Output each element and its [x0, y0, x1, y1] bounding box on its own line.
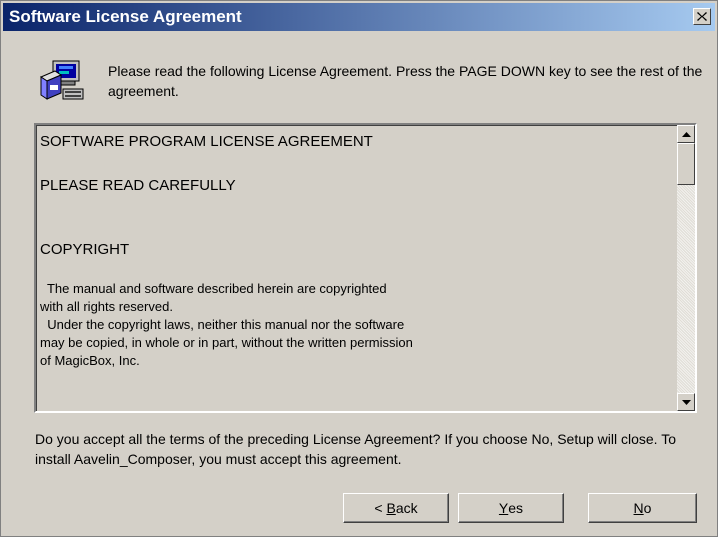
scroll-thumb[interactable]	[677, 143, 695, 185]
accept-question: Do you accept all the terms of the prece…	[35, 431, 676, 467]
yes-button[interactable]: Yes	[458, 493, 564, 523]
no-button-mnemonic: N	[633, 500, 644, 516]
license-dialog: Software License Agreement Please read t…	[0, 0, 718, 537]
license-line: may be copied, in whole or in part, with…	[40, 335, 413, 350]
scroll-up-button[interactable]	[677, 125, 695, 143]
back-button-rest: ack	[395, 500, 418, 516]
scroll-down-button[interactable]	[677, 393, 695, 411]
vertical-scrollbar[interactable]	[677, 125, 695, 411]
close-icon	[697, 12, 707, 21]
license-read-carefully: PLEASE READ CAREFULLY	[40, 177, 236, 194]
yes-button-mnemonic: Y	[498, 500, 509, 516]
setup-computer-icon	[39, 60, 84, 100]
close-button[interactable]	[693, 8, 711, 25]
intro-text: Please read the following License Agreem…	[108, 63, 703, 99]
no-button-rest: o	[643, 500, 652, 516]
license-textbox[interactable]: SOFTWARE PROGRAM LICENSE AGREEMENT PLEAS…	[34, 123, 697, 413]
title-bar[interactable]: Software License Agreement	[3, 3, 715, 31]
license-copyright-heading: COPYRIGHT	[40, 241, 130, 258]
back-button[interactable]: < Back	[343, 493, 449, 523]
back-button-prefix: <	[374, 500, 387, 516]
no-button[interactable]: No	[588, 493, 697, 523]
yes-button-rest: es	[508, 500, 524, 516]
license-line: with all rights reserved.	[40, 299, 173, 314]
arrow-down-icon	[681, 399, 691, 405]
license-line: The manual and software described herein…	[40, 281, 387, 296]
arrow-up-icon	[681, 131, 691, 137]
license-line: Under the copyright laws, neither this m…	[40, 317, 405, 332]
window-title: Software License Agreement	[9, 7, 242, 26]
back-button-mnemonic: B	[386, 500, 396, 516]
license-title: SOFTWARE PROGRAM LICENSE AGREEMENT	[40, 133, 373, 150]
license-content[interactable]: SOFTWARE PROGRAM LICENSE AGREEMENT PLEAS…	[36, 125, 677, 411]
license-line: of MagicBox, Inc.	[40, 353, 140, 368]
